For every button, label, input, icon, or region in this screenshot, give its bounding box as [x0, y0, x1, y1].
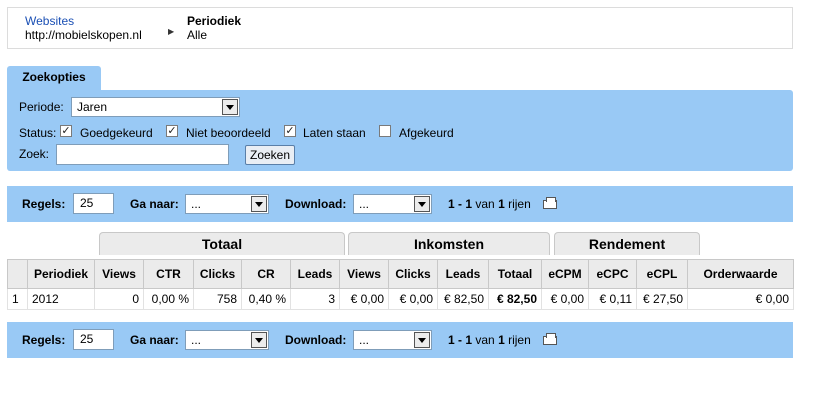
cell-ink-views: € 0,00: [339, 288, 389, 310]
group-rendement: Rendement: [554, 232, 700, 255]
table-row: 1 2012 0 0,00 % 758 0,40 % 3 € 0,00 € 0,…: [7, 288, 794, 310]
websites-link[interactable]: Websites: [25, 14, 142, 28]
regels-input[interactable]: 25: [73, 329, 114, 350]
col-header-cr[interactable]: CR: [241, 259, 291, 289]
col-header-ecpm[interactable]: eCPM: [541, 259, 589, 289]
search-panel: Periode: Jaren Status: ✓ Goedgekeurd ✓ N…: [7, 90, 793, 171]
cell-ink-leads: € 82,50: [437, 288, 489, 310]
col-header-orderwaarde[interactable]: Orderwaarde: [687, 259, 794, 289]
cell-index: 1: [7, 288, 28, 310]
group-totaal: Totaal: [99, 232, 345, 255]
breadcrumb: Websites http://mobielskopen.nl ▶ Period…: [7, 7, 793, 49]
cell-orderwaarde: € 0,00: [687, 288, 794, 310]
col-header-periodiek[interactable]: Periodiek: [27, 259, 95, 289]
ganaar-select[interactable]: ...: [185, 330, 269, 350]
col-header-totaal[interactable]: Totaal: [488, 259, 542, 289]
niet-beoordeeld-label: Niet beoordeeld: [186, 126, 271, 140]
search-input[interactable]: [56, 144, 229, 165]
laten-staan-label: Laten staan: [303, 126, 366, 140]
breadcrumb-websites: Websites http://mobielskopen.nl: [25, 14, 142, 42]
rows-van: van: [475, 333, 495, 347]
rows-rijen: rijen: [508, 197, 531, 211]
cell-ink-clicks: € 0,00: [388, 288, 438, 310]
tab-zoekopties[interactable]: Zoekopties: [7, 66, 101, 91]
download-select[interactable]: ...: [353, 330, 432, 350]
col-header-ecpc[interactable]: eCPC: [588, 259, 637, 289]
rows-range: 1 - 1: [448, 197, 473, 211]
checkbox-goedgekeurd[interactable]: ✓: [60, 125, 72, 137]
cell-views: 0: [94, 288, 144, 310]
rows-total: 1: [498, 333, 505, 347]
breadcrumb-arrow-icon: ▶: [168, 27, 175, 36]
cell-ecpm: € 0,00: [541, 288, 589, 310]
rows-total: 1: [498, 197, 505, 211]
chevron-down-icon: [251, 332, 267, 348]
regels-input[interactable]: 25: [73, 193, 114, 214]
chevron-down-icon: [414, 332, 430, 348]
periodiek-label: Periodiek: [187, 14, 242, 28]
col-header-leads[interactable]: Leads: [290, 259, 340, 289]
ganaar-select[interactable]: ...: [185, 194, 269, 214]
rows-info: 1 - 1 van 1 rijen: [448, 333, 531, 347]
regels-label: Regels:: [22, 197, 66, 211]
download-label: Download:: [285, 333, 347, 347]
periode-select-value: Jaren: [77, 100, 108, 114]
download-select-value: ...: [359, 333, 370, 347]
results-table: Periodiek Views CTR Clicks CR Leads View…: [7, 259, 794, 310]
col-header-ink-clicks[interactable]: Clicks: [388, 259, 438, 289]
download-select-value: ...: [359, 197, 370, 211]
cell-cr: 0,40 %: [241, 288, 291, 310]
periode-select[interactable]: Jaren: [71, 97, 240, 117]
table-header-row: Periodiek Views CTR Clicks CR Leads View…: [7, 259, 794, 289]
rows-range: 1 - 1: [448, 333, 473, 347]
download-label: Download:: [285, 197, 347, 211]
cell-ctr: 0,00 %: [143, 288, 194, 310]
periode-label: Periode:: [19, 100, 64, 114]
status-label: Status:: [19, 126, 57, 140]
cell-leads: 3: [290, 288, 340, 310]
chevron-down-icon: [251, 196, 267, 212]
checkbox-niet-beoordeeld[interactable]: ✓: [166, 125, 178, 137]
zoeken-button[interactable]: Zoeken: [245, 145, 295, 165]
col-header-clicks[interactable]: Clicks: [193, 259, 242, 289]
col-header-views[interactable]: Views: [94, 259, 144, 289]
cell-totaal: € 82,50: [488, 288, 542, 310]
afgekeurd-label: Afgekeurd: [399, 126, 454, 140]
goedgekeurd-label: Goedgekeurd: [80, 126, 153, 140]
checkbox-laten-staan[interactable]: ✓: [284, 125, 296, 137]
cell-clicks: 758: [193, 288, 242, 310]
chevron-down-icon: [222, 99, 238, 115]
breadcrumb-periodiek: Periodiek Alle: [187, 14, 241, 42]
group-inkomsten: Inkomsten: [348, 232, 550, 255]
chevron-down-icon: [414, 196, 430, 212]
col-header-index: [7, 259, 28, 289]
rows-rijen: rijen: [508, 333, 531, 347]
col-header-ctr[interactable]: CTR: [143, 259, 194, 289]
cell-ecpl: € 27,50: [636, 288, 688, 310]
rows-van: van: [475, 197, 495, 211]
website-url: http://mobielskopen.nl: [25, 28, 142, 42]
ganaar-label: Ga naar:: [130, 333, 179, 347]
zoek-label: Zoek:: [19, 147, 50, 161]
regels-label: Regels:: [22, 333, 66, 347]
ganaar-select-value: ...: [191, 333, 202, 347]
col-header-ink-views[interactable]: Views: [339, 259, 389, 289]
pager-top: Regels: 25 Ga naar: ... Download: ... 1 …: [7, 186, 793, 222]
download-select[interactable]: ...: [353, 194, 432, 214]
cell-ecpc: € 0,11: [588, 288, 637, 310]
periodiek-value: Alle: [187, 28, 208, 42]
pager-bottom: Regels: 25 Ga naar: ... Download: ... 1 …: [7, 322, 793, 358]
ganaar-select-value: ...: [191, 197, 202, 211]
printer-icon[interactable]: [543, 197, 557, 209]
col-header-ink-leads[interactable]: Leads: [437, 259, 489, 289]
checkbox-afgekeurd[interactable]: [379, 125, 391, 137]
rows-info: 1 - 1 van 1 rijen: [448, 197, 531, 211]
col-header-ecpl[interactable]: eCPL: [636, 259, 688, 289]
printer-icon[interactable]: [543, 333, 557, 345]
ganaar-label: Ga naar:: [130, 197, 179, 211]
cell-periodiek: 2012: [27, 288, 95, 310]
